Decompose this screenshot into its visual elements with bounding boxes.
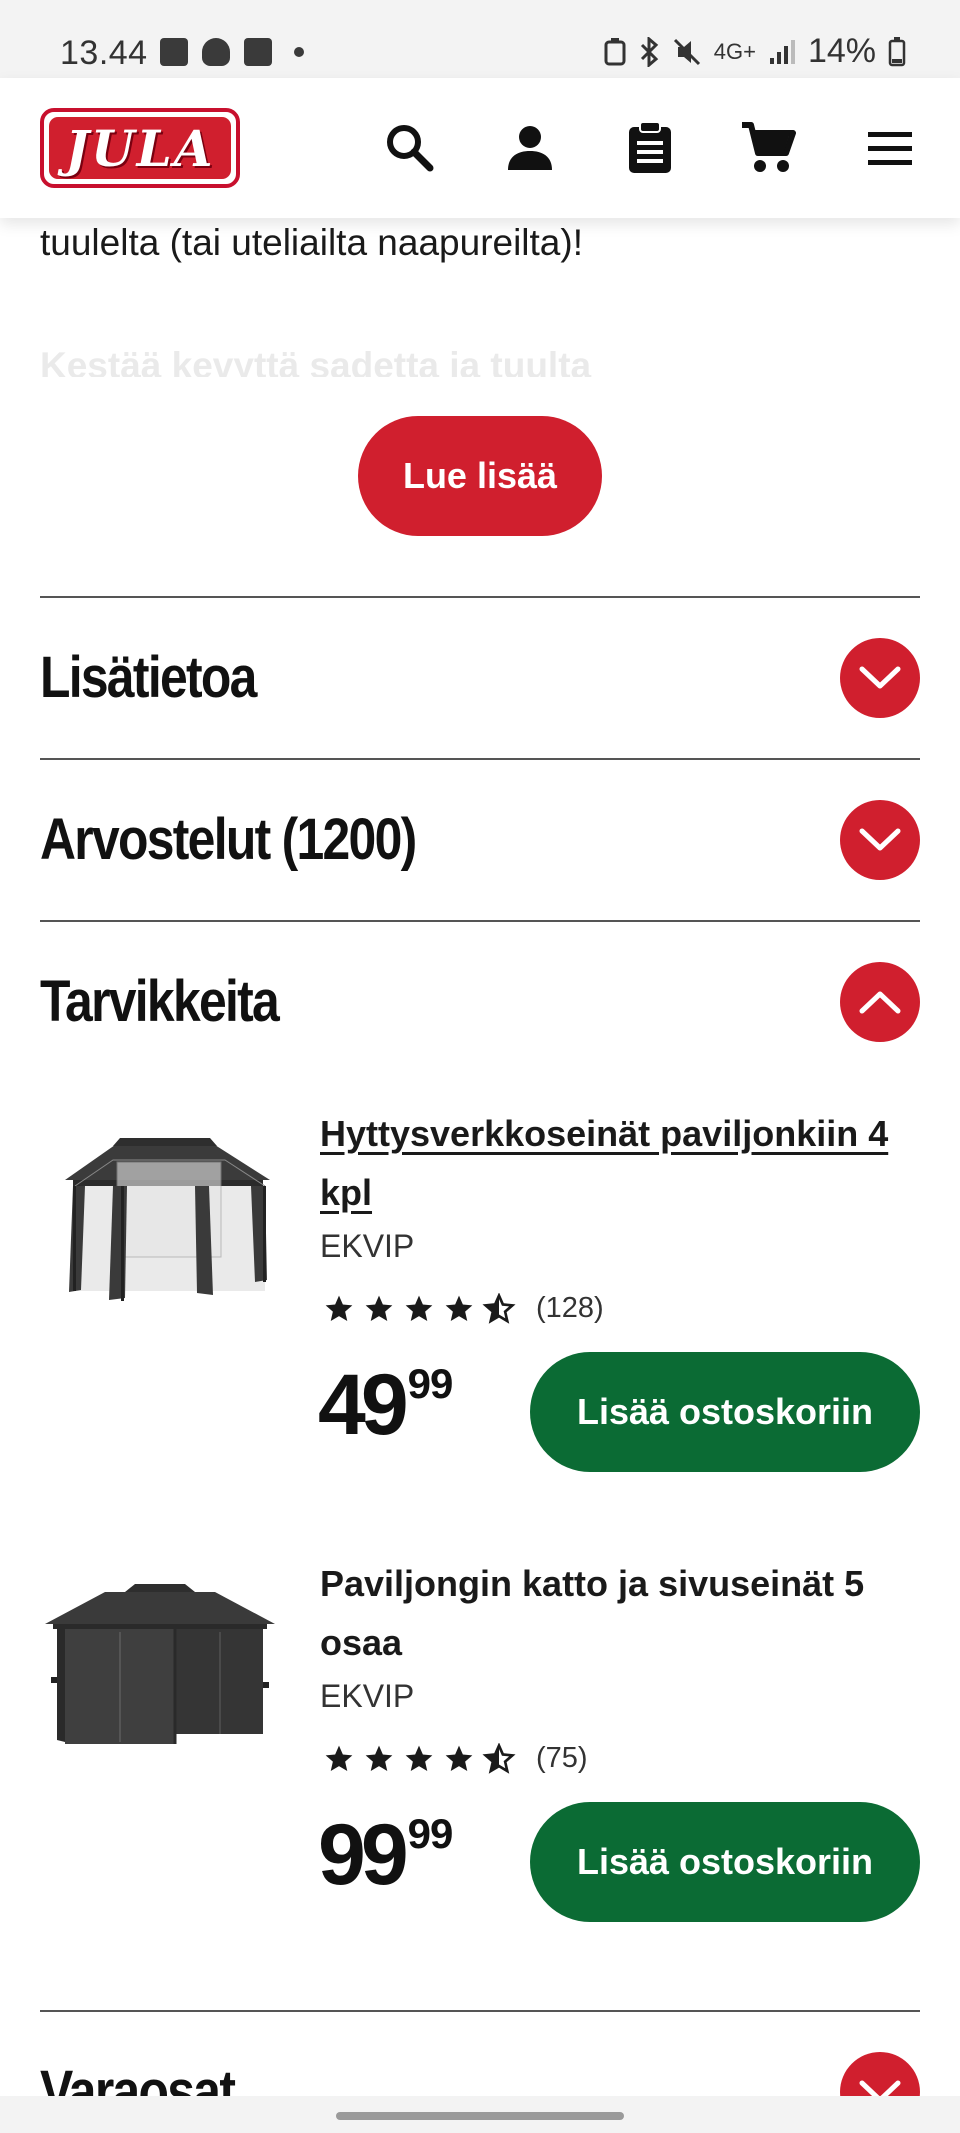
mosquito-net-gazebo-image[interactable] [45, 1130, 275, 1310]
star-icon [365, 1745, 393, 1771]
product-name-link[interactable]: Paviljongin katto ja sivuseinät 5 osaa [320, 1554, 930, 1672]
product-name-link[interactable]: Hyttysverkkoseinät paviljonkiin 4 kpl [320, 1104, 930, 1222]
half-star-icon [482, 1742, 516, 1774]
add-to-cart-button[interactable]: Lisää ostoskoriin [530, 1802, 920, 1922]
chevron-up-icon [859, 991, 901, 1014]
battery-saver-icon [604, 37, 626, 65]
product-rating: (75) [322, 1742, 588, 1775]
star-icon [445, 1295, 473, 1321]
logo-text: JULA [65, 118, 215, 178]
divider [40, 920, 920, 922]
battery-icon [888, 36, 906, 66]
star-icon [325, 1295, 353, 1321]
cart-icon[interactable] [738, 118, 798, 178]
system-navigation-bar [0, 2096, 960, 2133]
accordion-title-reviews[interactable]: Arvostelut (1200) [40, 806, 417, 873]
description-faded-text: Kestää kevyttä sadetta ja tuulta [40, 345, 592, 377]
search-icon[interactable] [380, 118, 440, 178]
network-type: 4G+ [713, 38, 756, 64]
chevron-down-icon [859, 666, 901, 689]
accordion-title-info[interactable]: Lisätietoa [40, 644, 257, 711]
price-integer: 99 [318, 1807, 409, 1903]
description-text: tuulelta (tai uteliailta naapureilta)! [40, 222, 583, 263]
star-icon [365, 1295, 393, 1321]
price-decimals: 99 [407, 1810, 454, 1857]
user-icon[interactable] [500, 118, 560, 178]
signal-icon [769, 39, 795, 64]
status-time: 13.44 [60, 34, 148, 72]
product-price: 9999 [318, 1806, 454, 1905]
gallery-icon [160, 38, 188, 66]
snapchat-icon [202, 38, 230, 66]
star-icon [325, 1745, 353, 1771]
accordion-title-accessories[interactable]: Tarvikkeita [40, 968, 280, 1035]
expand-reviews-button[interactable] [840, 800, 920, 880]
review-count[interactable]: (75) [536, 1742, 588, 1775]
product-brand: EKVIP [320, 1228, 415, 1264]
clipboard-icon[interactable] [620, 118, 680, 178]
bluetooth-icon [640, 36, 658, 67]
star-icon [445, 1745, 473, 1771]
product-brand: EKVIP [320, 1678, 415, 1714]
chevron-down-icon [859, 828, 901, 851]
star-icon [405, 1745, 433, 1771]
more-notifications-icon [294, 47, 304, 57]
review-count[interactable]: (128) [536, 1292, 604, 1325]
divider [40, 758, 920, 760]
read-more-button[interactable]: Lue lisää [358, 416, 602, 536]
price-integer: 49 [318, 1357, 409, 1453]
add-to-cart-button[interactable]: Lisää ostoskoriin [530, 1352, 920, 1472]
collapse-accessories-button[interactable] [840, 962, 920, 1042]
product-rating: (128) [322, 1292, 604, 1325]
price-decimals: 99 [407, 1360, 454, 1407]
site-header: JULA [0, 78, 960, 218]
product-price: 4999 [318, 1356, 454, 1455]
divider [40, 596, 920, 598]
menu-icon[interactable] [860, 118, 920, 178]
notification-icons [160, 38, 304, 66]
mute-icon [673, 38, 700, 65]
expand-info-button[interactable] [840, 638, 920, 718]
system-icons: 4G+ 14% [604, 32, 906, 71]
gazebo-roof-walls-image[interactable] [45, 1582, 275, 1762]
jula-logo[interactable]: JULA [40, 108, 240, 188]
half-star-icon [482, 1292, 516, 1324]
home-gesture-handle[interactable] [336, 2112, 624, 2120]
status-bar: 13.44 4G+ 14% [0, 0, 960, 78]
battery-percent: 14% [807, 32, 876, 70]
divider [40, 2010, 920, 2012]
checkbox-icon [244, 38, 272, 66]
star-icon [405, 1295, 433, 1321]
